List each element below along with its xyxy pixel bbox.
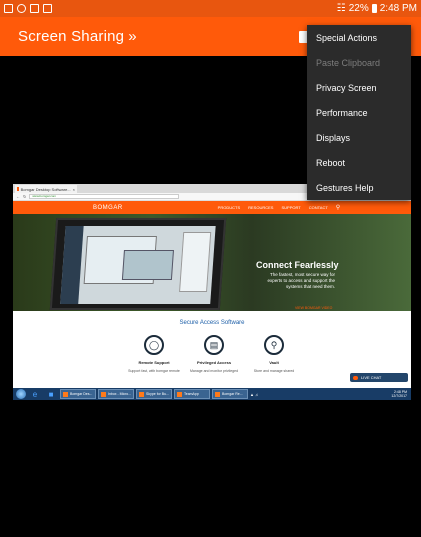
menu-item-privacy-screen[interactable]: Privacy Screen bbox=[307, 75, 411, 100]
feature-label: Remote Support bbox=[138, 360, 170, 365]
hero-video-link[interactable]: VIEW BOMGAR VIDEO bbox=[295, 306, 332, 310]
remote-screen-bottom[interactable] bbox=[0, 400, 421, 537]
feature-text: Manage and monitor privileged bbox=[189, 369, 239, 373]
app-title[interactable]: Screen Sharing bbox=[18, 28, 124, 45]
id-card-icon: ▤ bbox=[204, 335, 224, 355]
hero-banner: Connect Fearlessly The fastest, most sec… bbox=[13, 214, 411, 311]
favicon-icon bbox=[17, 187, 19, 191]
chevron-right-icon[interactable]: » bbox=[128, 28, 136, 45]
battery-icon bbox=[371, 4, 377, 13]
taskbar-button[interactable]: Inbox - Micro... bbox=[98, 389, 134, 399]
menu-item-reboot[interactable]: Reboot bbox=[307, 150, 411, 175]
taskbar-button[interactable]: Bomgar Re... bbox=[212, 389, 248, 399]
status-bar: ☷ 22% 2:48 PM bbox=[0, 0, 421, 17]
laptop-dialog bbox=[121, 250, 174, 280]
chat-label: LIVE CHAT bbox=[361, 375, 382, 380]
live-chat-button[interactable]: LIVE CHAT bbox=[350, 373, 408, 382]
url-field[interactable]: www.bomgar.com bbox=[29, 194, 180, 199]
site-nav-links: PRODUCTS RESOURCES SUPPORT CONTACT bbox=[218, 205, 328, 210]
taskbar-button[interactable]: TeamApp bbox=[174, 389, 210, 399]
tab-title: Bomgar Desktop Software... bbox=[20, 186, 71, 192]
refresh-icon[interactable]: ↻ bbox=[23, 194, 26, 199]
overflow-menu: Special Actions Paste Clipboard Privacy … bbox=[307, 25, 411, 200]
menu-item-performance[interactable]: Performance bbox=[307, 100, 411, 125]
notification-icons bbox=[4, 4, 52, 13]
menu-item-displays[interactable]: Displays bbox=[307, 125, 411, 150]
feature-text: Support fast, with bomgar remote bbox=[128, 369, 180, 373]
laptop-sidebar bbox=[60, 226, 84, 304]
system-tray-icons[interactable]: ▲ ♫ bbox=[250, 392, 258, 397]
taskbar-button[interactable]: Bomgar Des... bbox=[60, 389, 96, 399]
browser-tab[interactable]: Bomgar Desktop Software... × bbox=[15, 185, 77, 193]
nav-link[interactable]: PRODUCTS bbox=[218, 205, 240, 210]
search-icon[interactable]: ⚲ bbox=[336, 204, 340, 211]
feature-privileged-access[interactable]: ▤ Privileged Access Manage and monitor p… bbox=[184, 335, 244, 373]
feature-label: Vault bbox=[269, 360, 279, 365]
site-logo[interactable]: BOMGAR bbox=[93, 205, 123, 211]
screenshot-icon bbox=[43, 4, 52, 13]
close-icon[interactable]: × bbox=[73, 187, 75, 192]
hero-text: The fastest, most secure way for experts… bbox=[267, 272, 335, 289]
back-icon[interactable]: ← bbox=[16, 194, 20, 199]
headset-icon: ◯ bbox=[144, 335, 164, 355]
feature-vault[interactable]: ⚲ Vault Store and manage shared bbox=[244, 335, 304, 373]
nav-link[interactable]: RESOURCES bbox=[248, 205, 273, 210]
feature-remote-support[interactable]: ◯ Remote Support Support fast, with bomg… bbox=[124, 335, 184, 373]
folder-icon[interactable]: ■ bbox=[44, 389, 58, 399]
gallery-icon bbox=[4, 4, 13, 13]
taskbar-clock[interactable]: 2:48 PM 12/7/2017 bbox=[391, 390, 411, 398]
laptop-screen bbox=[60, 226, 216, 304]
wifi-icon: ☷ bbox=[336, 3, 346, 14]
windows-taskbar: e ■ Bomgar Des... Inbox - Micro... Skype… bbox=[13, 388, 411, 400]
taskbar-button[interactable]: Skype for Bu... bbox=[136, 389, 172, 399]
menu-item-gestures-help[interactable]: Gestures Help bbox=[307, 175, 411, 200]
laptop-image bbox=[49, 218, 227, 310]
status-right: ☷ 22% 2:48 PM bbox=[337, 3, 417, 14]
battery-percent: 22% bbox=[348, 3, 369, 14]
remote-browser-window[interactable]: Bomgar Desktop Software... × ← ↻ www.bom… bbox=[13, 184, 411, 400]
site-nav: BOMGAR PRODUCTS RESOURCES SUPPORT CONTAC… bbox=[13, 201, 411, 214]
features-section: Secure Access Software ◯ Remote Support … bbox=[13, 311, 411, 400]
nav-link[interactable]: SUPPORT bbox=[281, 205, 300, 210]
chat-icon bbox=[353, 375, 358, 380]
key-icon: ⚲ bbox=[264, 335, 284, 355]
feature-label: Privileged Access bbox=[196, 360, 232, 365]
screen-sharing-page: ☷ 22% 2:48 PM Screen Sharing » Bomgar De… bbox=[0, 0, 421, 537]
settings-icon bbox=[17, 4, 26, 13]
nav-link[interactable]: CONTACT bbox=[309, 205, 328, 210]
laptop-panel bbox=[179, 232, 212, 292]
menu-item-paste-clipboard: Paste Clipboard bbox=[316, 57, 381, 68]
clock: 2:48 PM bbox=[379, 3, 417, 14]
section-title: Secure Access Software bbox=[179, 320, 245, 326]
hero-heading: Connect Fearlessly bbox=[256, 260, 339, 270]
feature-text: Store and manage shared bbox=[253, 369, 295, 373]
lock-icon bbox=[30, 4, 39, 13]
menu-item-special-actions[interactable]: Special Actions bbox=[307, 25, 411, 50]
ie-icon[interactable]: e bbox=[28, 389, 42, 399]
start-button[interactable] bbox=[16, 389, 26, 399]
